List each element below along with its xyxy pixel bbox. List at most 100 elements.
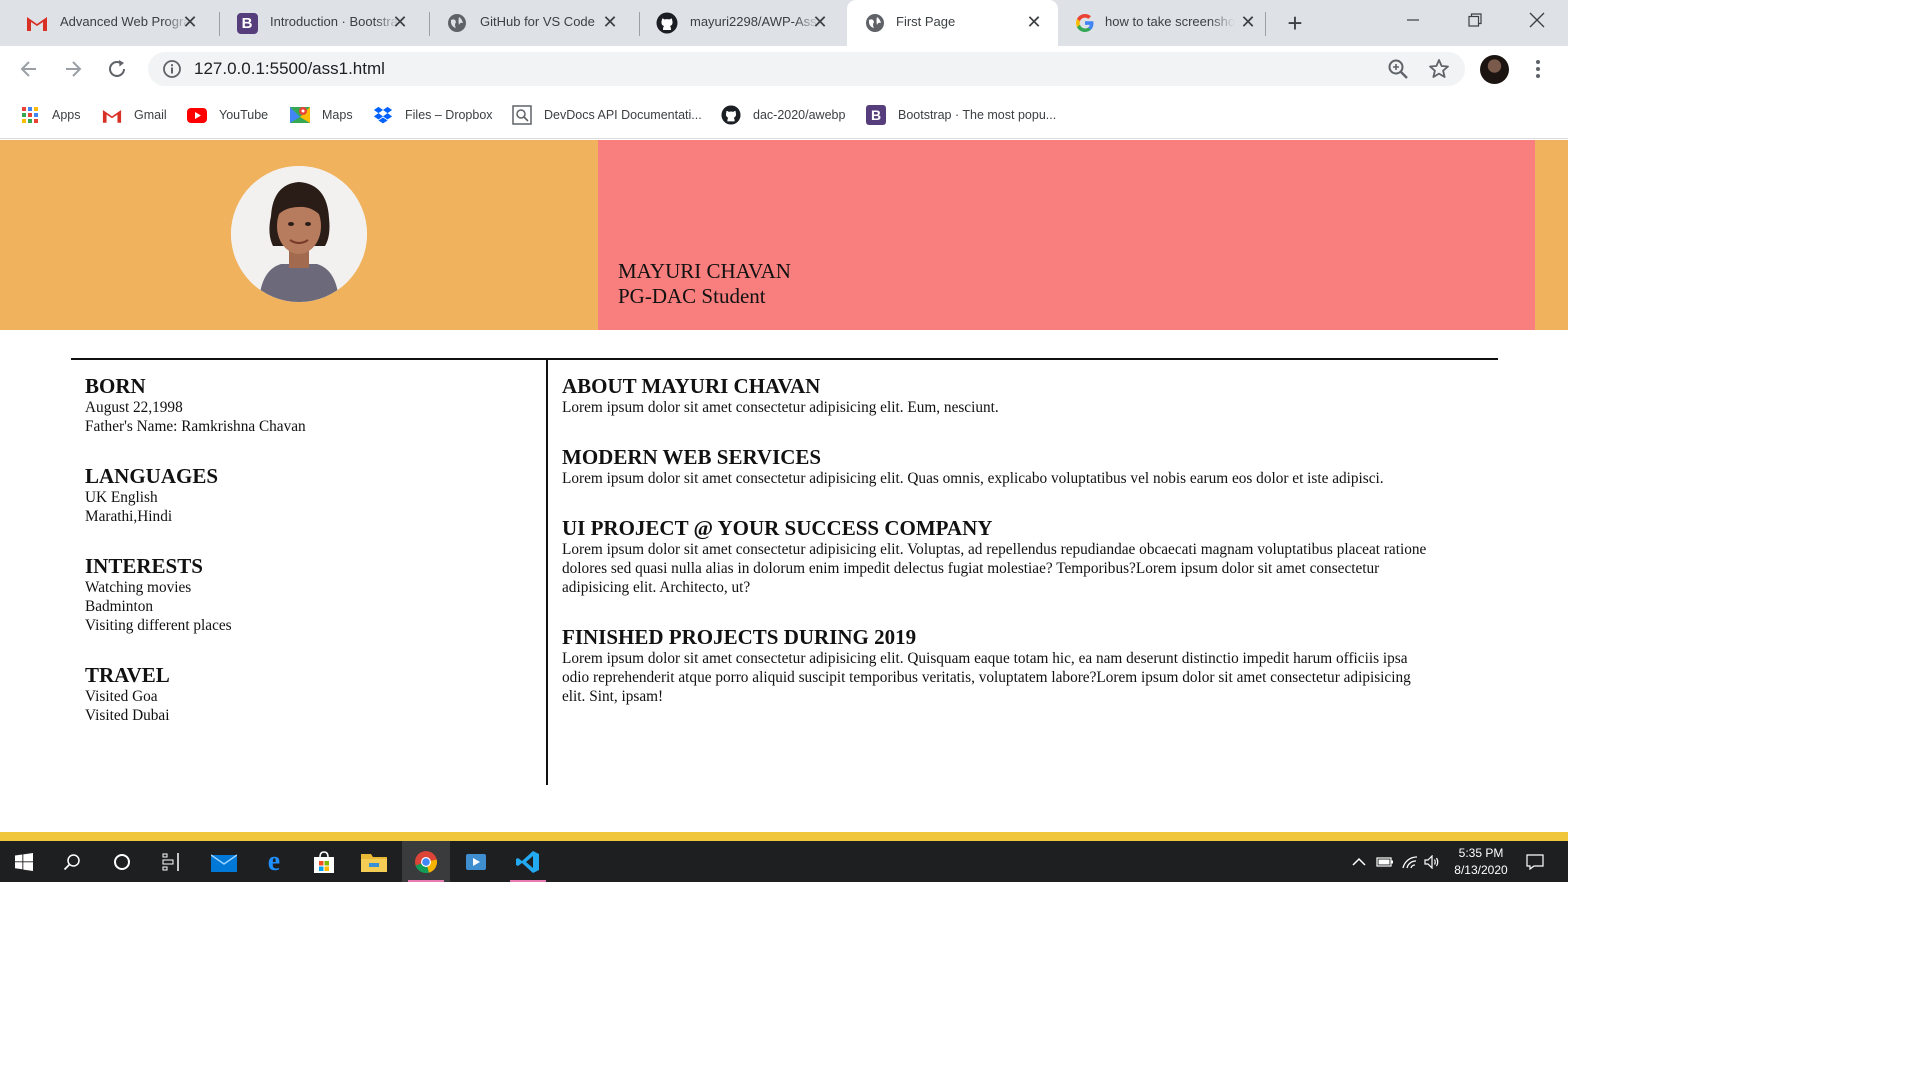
running-app-indicator xyxy=(510,880,546,882)
battery-icon[interactable] xyxy=(1376,841,1394,882)
section-about: ABOUT MAYURI CHAVAN Lorem ipsum dolor si… xyxy=(562,375,1492,417)
media-player-icon[interactable] xyxy=(452,841,500,882)
section-line: Watching movies xyxy=(85,579,192,596)
close-icon[interactable]: ✕ xyxy=(1238,12,1258,32)
close-icon[interactable]: ✕ xyxy=(390,12,410,32)
url-text[interactable]: 127.0.0.1:5500/ass1.html xyxy=(194,59,385,79)
section-line: Marathi,Hindi xyxy=(85,508,173,525)
windows-taskbar: e 5:35 PM 8/13/2020 xyxy=(0,841,1568,882)
show-hidden-icons-icon[interactable] xyxy=(1352,841,1366,882)
profile-photo xyxy=(231,166,367,302)
section-line: Visited Goa xyxy=(85,688,158,705)
chrome-icon[interactable] xyxy=(402,841,450,882)
tab-title: Advanced Web Progra xyxy=(60,14,190,29)
vscode-icon[interactable] xyxy=(504,841,552,882)
tab-title: GitHub for VS Code xyxy=(480,14,595,29)
cortana-icon[interactable] xyxy=(98,841,146,882)
tab-2[interactable]: GitHub for VS Code ✕ xyxy=(420,0,634,46)
system-clock[interactable]: 5:35 PM 8/13/2020 xyxy=(1446,845,1516,879)
section-heading: LANGUAGES xyxy=(85,464,219,488)
section-heading: INTERESTS xyxy=(85,554,203,578)
forward-button[interactable] xyxy=(58,54,88,84)
search-icon[interactable] xyxy=(48,841,96,882)
close-icon[interactable]: ✕ xyxy=(180,12,200,32)
reload-button[interactable] xyxy=(102,54,132,84)
bookmark-dropbox[interactable]: Files – Dropbox xyxy=(373,104,493,126)
page-footer-strip xyxy=(0,832,1568,841)
bookmark-maps[interactable]: Maps xyxy=(290,104,353,126)
bookmark-bootstrap[interactable]: B Bootstrap · The most popu... xyxy=(866,104,1056,126)
close-icon[interactable]: ✕ xyxy=(600,12,620,32)
profile-avatar[interactable] xyxy=(1480,55,1509,84)
github-icon xyxy=(721,105,741,125)
store-icon[interactable] xyxy=(300,841,348,882)
globe-icon xyxy=(446,12,468,34)
section-interests: INTERESTS Watching movies Badminton Visi… xyxy=(85,555,232,635)
clock-time: 5:35 PM xyxy=(1458,846,1504,860)
close-icon[interactable]: ✕ xyxy=(1024,12,1044,32)
section-heading: UI PROJECT @ YOUR SUCCESS COMPANY xyxy=(562,516,993,540)
section-line: Badminton xyxy=(85,598,153,615)
tab-5[interactable]: how to take screensho ✕ xyxy=(1048,0,1262,46)
active-app-indicator xyxy=(408,880,444,882)
new-tab-button[interactable]: + xyxy=(1280,9,1310,39)
task-view-icon[interactable] xyxy=(148,841,196,882)
volume-icon[interactable] xyxy=(1424,841,1440,882)
notifications-icon[interactable] xyxy=(1526,841,1544,882)
horizontal-divider xyxy=(71,358,1498,360)
gmail-icon xyxy=(102,105,122,125)
section-line: odio reprehenderit atque porro aliquid s… xyxy=(562,669,1411,686)
chrome-menu-icon[interactable] xyxy=(1528,54,1548,84)
section-line: Visiting different places xyxy=(85,617,232,634)
bookmark-label: Bootstrap · The most popu... xyxy=(898,108,1057,122)
bookmark-apps[interactable]: Apps xyxy=(20,104,81,126)
bookmark-devdocs[interactable]: DevDocs API Documentati... xyxy=(512,104,702,126)
section-born: BORN August 22,1998 Father's Name: Ramkr… xyxy=(85,375,306,436)
back-button[interactable] xyxy=(14,54,44,84)
close-window-button[interactable] xyxy=(1506,0,1568,40)
hero-name: MAYURI CHAVAN xyxy=(618,259,791,283)
section-line: dolores sed quasi nulla alias in dolorum… xyxy=(562,560,1380,577)
tab-title: mayuri2298/AWP-Assi xyxy=(690,14,820,29)
tab-4-active[interactable]: First Page ✕ xyxy=(847,0,1058,46)
section-heading: BORN xyxy=(85,374,146,398)
address-bar[interactable]: 127.0.0.1:5500/ass1.html xyxy=(148,52,1465,86)
restore-button[interactable] xyxy=(1444,0,1506,40)
close-icon[interactable]: ✕ xyxy=(810,12,830,32)
section-line: Lorem ipsum dolor sit amet consectetur a… xyxy=(562,650,1408,667)
bookmark-youtube[interactable]: YouTube xyxy=(187,104,268,126)
tab-3[interactable]: mayuri2298/AWP-Assi ✕ xyxy=(630,0,844,46)
bootstrap-icon: B xyxy=(866,105,886,125)
bootstrap-icon: B xyxy=(236,12,258,34)
mail-icon[interactable] xyxy=(200,841,248,882)
bookmark-star-icon[interactable] xyxy=(1427,57,1451,81)
tab-title: First Page xyxy=(896,14,956,29)
bookmark-gmail[interactable]: Gmail xyxy=(102,104,167,126)
windows-start-icon[interactable] xyxy=(0,841,48,882)
section-heading: FINISHED PROJECTS DURING 2019 xyxy=(562,625,917,649)
section-languages: LANGUAGES UK English Marathi,Hindi xyxy=(85,465,218,526)
file-explorer-icon[interactable] xyxy=(350,841,398,882)
tab-title: how to take screensho xyxy=(1105,14,1235,29)
bookmark-label: YouTube xyxy=(219,108,269,122)
google-icon xyxy=(1074,12,1096,34)
edge-icon[interactable]: e xyxy=(250,841,298,882)
minimize-button[interactable] xyxy=(1382,0,1444,40)
browser-toolbar: 127.0.0.1:5500/ass1.html xyxy=(0,46,1568,92)
zoom-icon[interactable] xyxy=(1387,58,1409,80)
globe-icon xyxy=(864,12,886,34)
tab-0[interactable]: Advanced Web Progra ✕ xyxy=(0,0,214,46)
wifi-icon[interactable] xyxy=(1401,841,1419,882)
section-line: August 22,1998 xyxy=(85,399,183,416)
section-heading: ABOUT MAYURI CHAVAN xyxy=(562,374,821,398)
bookmark-label: Files – Dropbox xyxy=(405,108,493,122)
section-line: Lorem ipsum dolor sit amet consectetur a… xyxy=(562,470,1384,487)
bookmarks-bar: Apps Gmail YouTube Maps Files – Dropbox xyxy=(0,92,1568,139)
tab-title: Introduction · Bootstra xyxy=(270,14,398,29)
clock-date: 8/13/2020 xyxy=(1454,863,1508,877)
bookmark-github-awebp[interactable]: dac-2020/awebp xyxy=(721,104,845,126)
apps-grid-icon xyxy=(20,105,40,125)
info-icon[interactable] xyxy=(162,59,182,79)
section-heading: TRAVEL xyxy=(85,663,170,687)
tab-1[interactable]: B Introduction · Bootstra ✕ xyxy=(210,0,424,46)
